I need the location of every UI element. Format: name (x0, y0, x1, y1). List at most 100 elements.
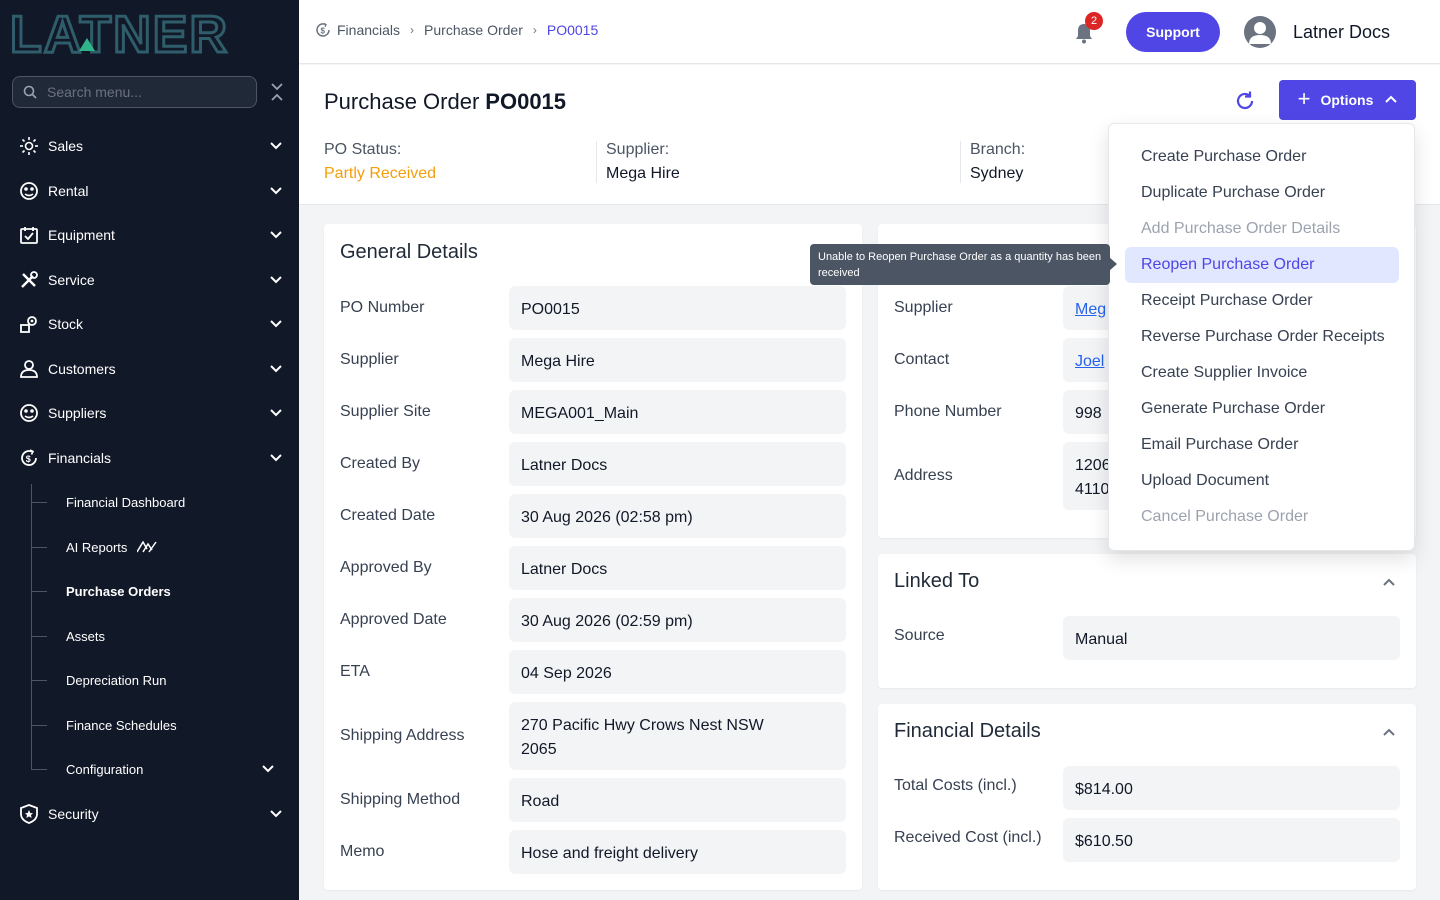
collapse-sidebar-icon[interactable] (268, 81, 286, 103)
chevron-down-icon (270, 454, 282, 462)
field-label: Phone Number (894, 403, 1002, 420)
sidebar-item-label: Service (48, 272, 95, 288)
financials-icon: $ (18, 447, 40, 469)
refresh-icon[interactable] (1234, 90, 1256, 112)
sidebar-item-equipment[interactable]: Equipment (0, 215, 299, 255)
eta-field: 04 Sep 2026 (509, 650, 846, 694)
support-button[interactable]: Support (1126, 12, 1220, 52)
po-status-value: Partly Received (324, 165, 437, 182)
sidebar-item-customers[interactable]: Customers (0, 349, 299, 389)
equipment-icon (18, 224, 40, 246)
chevron-down-icon (270, 276, 282, 284)
sidebar-subitem-purchase-orders[interactable]: Purchase Orders (0, 571, 299, 611)
sidebar-item-label: Sales (48, 138, 84, 154)
menu-search[interactable] (12, 76, 257, 108)
sales-icon (18, 135, 40, 157)
field-label: Created Date (340, 507, 436, 524)
stock-icon (18, 313, 40, 335)
sidebar-item-security[interactable]: Security (0, 794, 299, 834)
field-label: PO Number (340, 299, 425, 316)
sidebar-item-label: Security (48, 806, 99, 822)
latner-logo[interactable]: LATNER (10, 10, 280, 56)
po-status-block: PO Status: Partly Received (324, 141, 436, 183)
breadcrumb-financials[interactable]: Financials (337, 22, 400, 38)
created-date-field: 30 Aug 2026 (02:58 pm) (509, 494, 846, 538)
chevron-up-icon[interactable] (1382, 725, 1396, 739)
subitem-label: Finance Schedules (66, 717, 177, 733)
options-button[interactable]: + Options (1279, 80, 1416, 120)
source-field: Manual (1063, 616, 1400, 660)
svg-text:$: $ (26, 454, 31, 464)
menu-item-upload-document[interactable]: Upload Document (1125, 463, 1399, 499)
field-label: Memo (340, 843, 385, 860)
field-label: Shipping Address (340, 727, 465, 744)
menu-item-reverse-purchase-order-receipts[interactable]: Reverse Purchase Order Receipts (1125, 319, 1399, 355)
sidebar-subitem-depreciation-run[interactable]: Depreciation Run (0, 660, 299, 700)
user-name[interactable]: Latner Docs (1293, 22, 1390, 43)
chevron-down-icon (270, 142, 282, 150)
sidebar-subitem-assets[interactable]: Assets (0, 616, 299, 656)
menu-item-generate-purchase-order[interactable]: Generate Purchase Order (1125, 391, 1399, 427)
field-label: Approved Date (340, 611, 447, 628)
sidebar-item-service[interactable]: Service (0, 260, 299, 300)
supplier-link[interactable]: Meg (1075, 301, 1106, 318)
menu-item-email-purchase-order[interactable]: Email Purchase Order (1125, 427, 1399, 463)
approved-by-field: Latner Docs (509, 546, 846, 590)
approved-date-field: 30 Aug 2026 (02:59 pm) (509, 598, 846, 642)
sidebar-item-rental[interactable]: Rental (0, 171, 299, 211)
plus-icon: + (1297, 86, 1311, 111)
field-label: Address (894, 467, 953, 484)
field-label: Supplier Site (340, 403, 431, 420)
sidebar-item-financials[interactable]: $ Financials (0, 438, 299, 478)
po-number-field: PO0015 (509, 286, 846, 330)
field-label: Created By (340, 455, 421, 472)
notification-count-badge: 2 (1085, 12, 1103, 30)
shipping-address-field: 270 Pacific Hwy Crows Nest NSW 2065 (509, 702, 846, 770)
menu-item-duplicate-purchase-order[interactable]: Duplicate Purchase Order (1125, 175, 1399, 211)
supplier-field: Mega Hire (509, 338, 846, 382)
page-title-po-number: PO0015 (485, 89, 567, 114)
sidebar-subitem-configuration[interactable]: Configuration (0, 749, 299, 789)
sidebar-item-stock[interactable]: Stock (0, 304, 299, 344)
svg-text:$: $ (321, 27, 326, 36)
customers-icon (18, 358, 40, 380)
sidebar-subitem-ai-reports[interactable]: AI Reports (0, 527, 299, 567)
supplier-label: Supplier: (606, 141, 670, 158)
branch-value: Sydney (970, 165, 1024, 182)
search-icon (23, 85, 37, 99)
breadcrumb: $ Financials › Purchase Order › PO0015 (315, 22, 598, 38)
field-label: Total Costs (incl.) (894, 777, 1017, 794)
sidebar-item-label: Equipment (48, 227, 115, 243)
field-label: Supplier (894, 299, 953, 316)
chevron-right-icon: › (410, 23, 415, 37)
menu-item-receipt-purchase-order[interactable]: Receipt Purchase Order (1125, 283, 1399, 319)
options-label: Options (1320, 92, 1374, 108)
field-label: Supplier (340, 351, 399, 368)
sidebar-subitem-finance-schedules[interactable]: Finance Schedules (0, 705, 299, 745)
total-costs-field: $814.00 (1063, 766, 1400, 810)
contact-link[interactable]: Joel (1075, 353, 1104, 370)
chevron-up-icon (1385, 95, 1398, 103)
breadcrumb-purchase-order[interactable]: Purchase Order (424, 22, 523, 38)
financials-icon: $ (316, 22, 330, 37)
user-icon (1249, 22, 1271, 44)
breadcrumb-current: PO0015 (546, 22, 599, 38)
field-label: Shipping Method (340, 791, 461, 808)
service-icon (18, 269, 40, 291)
sidebar-item-sales[interactable]: Sales (0, 126, 299, 166)
menu-item-create-supplier-invoice[interactable]: Create Supplier Invoice (1125, 355, 1399, 391)
svg-text:LATNER: LATNER (10, 10, 229, 56)
chevron-up-icon[interactable] (1382, 575, 1396, 589)
user-avatar[interactable] (1244, 16, 1276, 48)
menu-item-reopen-purchase-order[interactable]: Reopen Purchase Order (1125, 247, 1399, 283)
ai-sparkle-icon (137, 541, 158, 553)
sidebar-subitem-financial-dashboard[interactable]: Financial Dashboard (0, 482, 299, 522)
rental-icon (18, 180, 40, 202)
top-bar: $ Financials › Purchase Order › PO0015 2… (299, 0, 1440, 64)
shipping-method-field: Road (509, 778, 846, 822)
menu-item-create-purchase-order[interactable]: Create Purchase Order (1125, 139, 1399, 175)
suppliers-icon (18, 402, 40, 424)
menu-item-add-purchase-order-details: Add Purchase Order Details (1141, 220, 1341, 237)
search-input[interactable] (47, 84, 237, 100)
sidebar-item-suppliers[interactable]: Suppliers (0, 393, 299, 433)
